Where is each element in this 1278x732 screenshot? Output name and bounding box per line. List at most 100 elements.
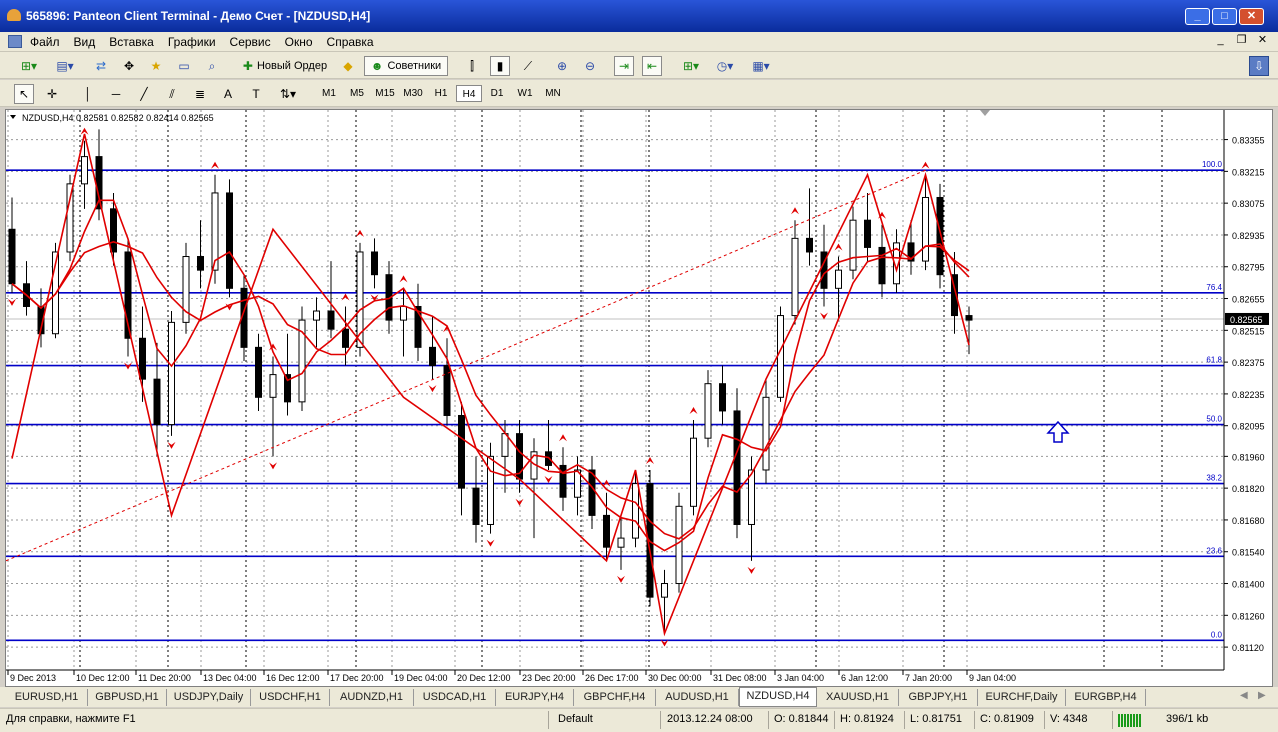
candle-body bbox=[806, 237, 813, 253]
candle-body bbox=[501, 433, 509, 457]
chart-area[interactable]: 100.0 76.4 61.8 50.0 38.2 23.6 0.0 0.83355 0.83… bbox=[5, 109, 1273, 687]
bar-chart-icon[interactable]: ⫿ bbox=[462, 56, 482, 76]
fib-level-label: 0.0 bbox=[1211, 630, 1223, 639]
menu-item-1[interactable]: Вид bbox=[74, 35, 96, 49]
chart-window-icon[interactable] bbox=[8, 35, 22, 48]
new-order-button[interactable]: ✚ Новый Ордер bbox=[236, 56, 334, 76]
price-label: 0.81680 bbox=[1232, 516, 1265, 526]
tester-icon[interactable]: ⌕ bbox=[202, 56, 222, 76]
trendline-icon[interactable]: ╱ bbox=[134, 84, 154, 104]
candle-body bbox=[733, 410, 741, 525]
mdi-restore-icon[interactable]: ❐ bbox=[1234, 34, 1249, 48]
zoom-out-icon[interactable]: ⊖ bbox=[580, 56, 600, 76]
favorites-icon[interactable]: ★ bbox=[146, 56, 166, 76]
cursor-icon[interactable]: ↖ bbox=[14, 84, 34, 104]
minimize-button[interactable]: _ bbox=[1185, 8, 1210, 25]
chart-tab-eurjpy-h4[interactable]: EURJPY,H4 bbox=[496, 689, 574, 706]
channel-icon[interactable]: ⫽ bbox=[162, 84, 182, 104]
timeframe-h4[interactable]: H4 bbox=[456, 85, 482, 102]
chart-tab-usdcad-h1[interactable]: USDCAD,H1 bbox=[414, 689, 496, 706]
timeframe-d1[interactable]: D1 bbox=[484, 85, 510, 102]
candlestick-chart[interactable]: 100.076.461.850.038.223.60.0 0.833550.83… bbox=[6, 110, 1272, 686]
fib-level-label: 100.0 bbox=[1202, 160, 1223, 169]
candle-body bbox=[81, 156, 88, 185]
candle-body bbox=[371, 251, 378, 276]
chart-tab-usdchf-h1[interactable]: USDCHF,H1 bbox=[251, 689, 330, 706]
status-help: Для справки, нажмите F1 bbox=[6, 713, 136, 725]
mdi-minimize-icon[interactable]: _ bbox=[1213, 34, 1228, 48]
terminal-icon[interactable]: ▭ bbox=[174, 56, 194, 76]
menu-item-4[interactable]: Сервис bbox=[230, 35, 271, 49]
navigator-icon[interactable]: ✥ bbox=[119, 56, 139, 76]
maximize-button[interactable]: □ bbox=[1212, 8, 1237, 25]
chart-tab-gbpchf-h4[interactable]: GBPCHF,H4 bbox=[574, 689, 656, 706]
chart-tab-eurchf-daily[interactable]: EURCHF,Daily bbox=[978, 689, 1066, 706]
zoom-in-icon[interactable]: ⊕ bbox=[552, 56, 572, 76]
candle-body bbox=[269, 374, 277, 398]
fib-level-label: 23.6 bbox=[1206, 546, 1222, 555]
market-watch-icon[interactable]: ⇄ bbox=[91, 56, 111, 76]
profiles-icon[interactable]: ▤▾ bbox=[50, 56, 80, 76]
metaeditor-icon[interactable]: ◆ bbox=[338, 56, 358, 76]
menu-item-5[interactable]: Окно bbox=[285, 35, 313, 49]
chart-grid bbox=[6, 110, 1224, 670]
chart-shift-icon[interactable]: ⇤ bbox=[642, 56, 662, 76]
menu-item-2[interactable]: Вставка bbox=[109, 35, 154, 49]
price-label: 0.82235 bbox=[1232, 390, 1265, 400]
chart-tab-audnzd-h1[interactable]: AUDNZD,H1 bbox=[330, 689, 414, 706]
fibonacci-icon[interactable]: ≣ bbox=[190, 84, 210, 104]
chart-tab-nzdusd-h4[interactable]: NZDUSD,H4 bbox=[739, 687, 817, 707]
indicators-icon[interactable]: ⊞▾ bbox=[676, 56, 706, 76]
fractal-up-arrow bbox=[211, 161, 219, 169]
crosshair-icon[interactable]: ✛ bbox=[42, 84, 62, 104]
chart-tab-gbpjpy-h1[interactable]: GBPJPY,H1 bbox=[899, 689, 978, 706]
chart-tab-usdjpy-daily[interactable]: USDJPY,Daily bbox=[167, 689, 251, 706]
chart-tab-eurusd-h1[interactable]: EURUSD,H1 bbox=[6, 689, 88, 706]
price-label: 0.81820 bbox=[1232, 484, 1265, 494]
text-label-icon[interactable]: T bbox=[246, 84, 266, 104]
timeframe-mn[interactable]: MN bbox=[540, 85, 566, 102]
timeframe-m1[interactable]: M1 bbox=[316, 85, 342, 102]
menu-item-6[interactable]: Справка bbox=[327, 35, 374, 49]
templates-icon[interactable]: ▦▾ bbox=[746, 56, 776, 76]
periods-icon[interactable]: ◷▾ bbox=[710, 56, 740, 76]
notifications-icon[interactable]: ⇩ bbox=[1249, 56, 1269, 76]
timeframe-w1[interactable]: W1 bbox=[512, 85, 538, 102]
price-label: 0.81960 bbox=[1232, 452, 1265, 462]
candle-body bbox=[429, 346, 436, 367]
line-chart-icon[interactable]: ⟋ bbox=[518, 56, 538, 76]
time-label: 20 Dec 12:00 bbox=[457, 673, 511, 683]
fractal-up-arrow bbox=[80, 127, 89, 135]
chart-tab-xauusd-h1[interactable]: XAUUSD,H1 bbox=[817, 689, 899, 706]
timeframe-h1[interactable]: H1 bbox=[428, 85, 454, 102]
tabs-scroll-left-icon[interactable]: ◀ bbox=[1240, 690, 1248, 701]
autoscroll-icon[interactable]: ⇥ bbox=[614, 56, 634, 76]
close-button[interactable]: ✕ bbox=[1239, 8, 1264, 25]
menu-item-0[interactable]: Файл bbox=[30, 35, 60, 49]
fib-level-label: 38.2 bbox=[1206, 474, 1222, 483]
chart-tab-gbpusd-h1[interactable]: GBPUSD,H1 bbox=[88, 689, 167, 706]
vertical-line-icon[interactable]: │ bbox=[80, 84, 96, 104]
candlesticks-icon[interactable]: ▮ bbox=[490, 56, 510, 76]
status-datetime: 2013.12.24 08:00 bbox=[667, 713, 753, 725]
current-price-label: 0.82565 bbox=[1230, 315, 1263, 325]
candle-body bbox=[313, 310, 320, 321]
arrows-icon[interactable]: ⇅▾ bbox=[274, 84, 302, 104]
mdi-close-icon[interactable]: ✕ bbox=[1255, 34, 1270, 48]
timeframe-m15[interactable]: M15 bbox=[372, 85, 398, 102]
text-icon[interactable]: A bbox=[218, 84, 238, 104]
fractal-arrows bbox=[8, 127, 1070, 647]
expert-advisors-button[interactable]: ☻ Советники bbox=[364, 56, 448, 76]
new-chart-icon[interactable]: ⊞▾ bbox=[14, 56, 44, 76]
chart-tab-eurgbp-h4[interactable]: EURGBP,H4 bbox=[1066, 689, 1146, 706]
candle-body bbox=[922, 196, 929, 262]
timeframe-m5[interactable]: M5 bbox=[344, 85, 370, 102]
horizontal-line-icon[interactable]: ─ bbox=[106, 84, 126, 104]
menu-bar: Файл Вид Вставка Графики Сервис Окно Справка _… bbox=[0, 32, 1278, 52]
tabs-scroll-right-icon[interactable]: ▶ bbox=[1258, 690, 1266, 701]
menu-item-3[interactable]: Графики bbox=[168, 35, 216, 49]
candle-body bbox=[603, 514, 610, 548]
chart-tab-audusd-h1[interactable]: AUDUSD,H1 bbox=[656, 689, 739, 706]
timeframe-m30[interactable]: M30 bbox=[400, 85, 426, 102]
candle-body bbox=[168, 321, 175, 426]
